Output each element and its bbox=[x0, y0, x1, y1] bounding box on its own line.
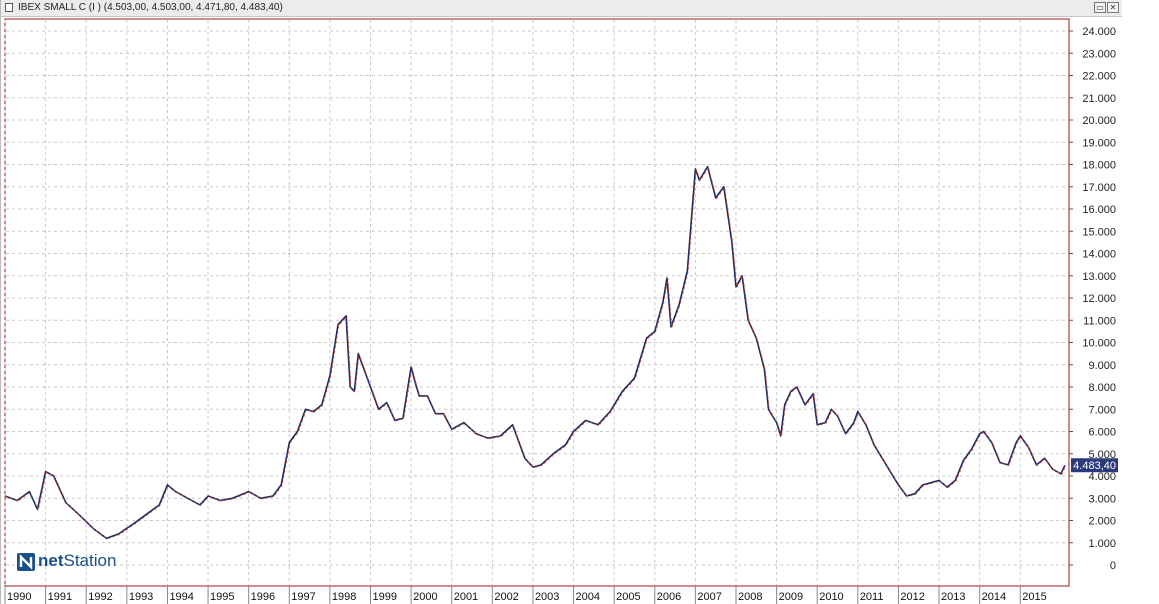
x-tick-label: 2009 bbox=[779, 591, 803, 603]
x-tick-label: 2006 bbox=[657, 591, 681, 603]
x-tick-label: 1999 bbox=[372, 591, 396, 603]
y-tick-label: 2.000 bbox=[1088, 516, 1116, 528]
x-tick-label: 1991 bbox=[48, 591, 72, 603]
x-tick-label: 2002 bbox=[494, 591, 518, 603]
price-chart[interactable]: 24.000 23.000 22.000 21.000 20.000 19.000 18.0… bbox=[1, 0, 1122, 604]
netstation-logo: netStation bbox=[17, 550, 116, 572]
x-tick-label: 2011 bbox=[860, 591, 884, 603]
x-tick-label: 1995 bbox=[210, 591, 234, 603]
logo-station-text: Station bbox=[63, 551, 117, 570]
x-tick-label: 2005 bbox=[616, 591, 640, 603]
y-tick-label: 6.000 bbox=[1088, 427, 1116, 439]
y-tick-label: 20.000 bbox=[1082, 115, 1116, 127]
y-tick-label: 7.000 bbox=[1088, 404, 1116, 416]
y-tick-label: 22.000 bbox=[1082, 71, 1116, 83]
x-tick-label: 2012 bbox=[900, 591, 924, 603]
y-tick-label: 1.000 bbox=[1088, 538, 1116, 550]
chart-window: IBEX SMALL C (I ) (4.503,00, 4.503,00, 4… bbox=[0, 0, 1122, 604]
y-tick-label: 24.000 bbox=[1082, 26, 1116, 38]
y-tick-label: 19.000 bbox=[1082, 137, 1116, 149]
x-tick-label: 2003 bbox=[535, 591, 559, 603]
x-tick-label: 1996 bbox=[251, 591, 275, 603]
y-tick-label: 15.000 bbox=[1082, 226, 1116, 238]
x-tick-label: 2001 bbox=[454, 591, 478, 603]
y-tick-label: 11.000 bbox=[1083, 315, 1116, 327]
y-tick-label: 12.000 bbox=[1082, 293, 1116, 305]
y-tick-label: 4.000 bbox=[1088, 471, 1116, 483]
netstation-logo-icon bbox=[17, 552, 35, 571]
x-tick-label: 2014 bbox=[982, 591, 1006, 603]
x-tick-label: 2013 bbox=[941, 591, 965, 603]
logo-net-text: net bbox=[38, 551, 64, 570]
y-tick-label: 23.000 bbox=[1082, 48, 1116, 60]
y-tick-label: 0 bbox=[1110, 560, 1116, 572]
x-tick-label: 1992 bbox=[88, 591, 112, 603]
y-tick-label: 3.000 bbox=[1088, 493, 1116, 505]
y-tick-label: 18.000 bbox=[1082, 160, 1116, 172]
plot-frame bbox=[4, 18, 1070, 587]
y-tick-label: 14.000 bbox=[1082, 249, 1116, 261]
x-tick-label: 1997 bbox=[291, 591, 315, 603]
y-tick-label: 13.000 bbox=[1082, 271, 1116, 283]
last-value-label: 4.483,40 bbox=[1073, 460, 1116, 472]
y-tick-label: 8.000 bbox=[1088, 382, 1116, 394]
x-tick-label: 1990 bbox=[7, 591, 31, 603]
x-tick-label: 2004 bbox=[576, 591, 600, 603]
y-tick-label: 16.000 bbox=[1082, 204, 1116, 216]
y-tick-label: 17.000 bbox=[1082, 182, 1116, 194]
x-tick-label: 1993 bbox=[129, 591, 153, 603]
y-tick-label: 21.000 bbox=[1082, 93, 1116, 105]
x-tick-label: 1994 bbox=[169, 591, 193, 603]
x-tick-label: 2007 bbox=[697, 591, 721, 603]
x-tick-label: 2000 bbox=[413, 591, 437, 603]
x-tick-label: 2015 bbox=[1022, 591, 1046, 603]
y-tick-label: 10.000 bbox=[1082, 338, 1116, 350]
x-tick-label: 2010 bbox=[819, 591, 843, 603]
x-tick-label: 1998 bbox=[332, 591, 356, 603]
x-tick-label: 2008 bbox=[738, 591, 762, 603]
y-tick-label: 9.000 bbox=[1088, 360, 1116, 372]
